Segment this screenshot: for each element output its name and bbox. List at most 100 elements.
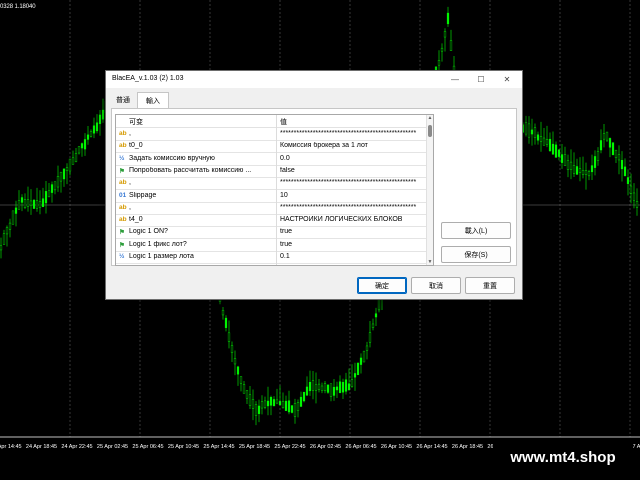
time-tick-label: 25 Apr 02:45 <box>96 444 129 450</box>
candle-body <box>0 245 3 251</box>
candle-body <box>266 400 270 407</box>
parameter-value[interactable]: Комиссия брокера за 1 лот <box>280 142 426 149</box>
parameter-name: , <box>129 203 131 211</box>
minimize-icon[interactable]: — <box>444 72 466 87</box>
candle-body <box>284 400 288 411</box>
load-button[interactable]: 載入(L) <box>441 222 511 239</box>
parameter-type-icon: ab <box>119 130 127 137</box>
candle-body <box>305 386 309 396</box>
candle-body <box>278 401 282 406</box>
table-row[interactable]: ⚑ Logic 1 фикс лот? true <box>116 239 426 252</box>
scroll-thumb[interactable] <box>428 125 432 137</box>
candle-body <box>437 60 441 66</box>
table-row[interactable]: ⚑ Попробовать рассчитать комиссию ... fals… <box>116 165 426 178</box>
parameter-name: t4_0 <box>129 216 143 224</box>
inputs-grid[interactable]: 可变 值 ab, ********************************… <box>115 114 434 266</box>
parameter-value[interactable]: 0.1 <box>280 253 426 260</box>
tab-general[interactable]: 普通 <box>111 93 135 107</box>
candle-body <box>602 133 606 140</box>
parameter-value[interactable]: ****************************************… <box>280 130 426 137</box>
parameter-value[interactable]: true <box>280 241 426 248</box>
candle-body <box>569 161 573 170</box>
candle-body <box>47 190 51 198</box>
parameter-value[interactable]: ****************************************… <box>280 179 426 186</box>
candle-body <box>344 379 348 392</box>
candle-body <box>65 167 69 171</box>
table-row[interactable]: 01 Slippage 10 <box>116 190 426 203</box>
grid-scrollbar[interactable]: ▲ ▼ <box>426 115 433 265</box>
time-tick-label: 24 Apr 18:45 <box>25 444 58 450</box>
candle-body <box>227 332 231 342</box>
column-separator <box>276 115 277 265</box>
candle-body <box>446 12 450 25</box>
parameter-value[interactable]: 10 <box>280 192 426 199</box>
time-tick-label: 26 Apr 02:45 <box>309 444 342 450</box>
candle-body <box>56 176 60 188</box>
close-icon[interactable]: ✕ <box>496 72 518 87</box>
table-row[interactable]: ½ Logic 1 размер лота 0.1 <box>116 251 426 264</box>
candle-body <box>98 114 102 124</box>
parameter-value[interactable]: ****************************************… <box>280 204 426 211</box>
candle-body <box>35 200 39 209</box>
time-tick-label: 26 Apr 18:45 <box>451 444 484 450</box>
candle-body <box>563 154 567 166</box>
candle-body <box>548 138 552 152</box>
table-row[interactable]: ab, *************************************… <box>116 202 426 215</box>
grid-header: 可变 值 <box>116 115 426 128</box>
candle-body <box>11 210 15 225</box>
time-tick-label: 26 Apr 06:45 <box>345 444 377 450</box>
tab-inputs[interactable]: 輸入 <box>137 92 169 108</box>
reset-button[interactable]: 重置 <box>465 277 515 294</box>
candle-body <box>44 191 48 204</box>
table-row[interactable]: ⚑ Logic 1 ON? true <box>116 226 426 240</box>
parameter-value[interactable]: true <box>280 228 426 235</box>
candle-body <box>539 135 543 142</box>
candle-body <box>293 402 297 417</box>
candle-body <box>320 385 324 391</box>
candle-body <box>623 166 627 177</box>
save-button[interactable]: 保存(S) <box>441 246 511 263</box>
candle-body <box>275 399 279 404</box>
candle-body <box>221 310 225 316</box>
parameter-name: Попробовать рассчитать комиссию ... <box>129 166 252 174</box>
parameter-type-icon: ab <box>119 216 127 224</box>
candle-body <box>347 383 351 391</box>
candle-body <box>68 158 72 172</box>
column-header-variable[interactable]: 可变 <box>129 117 143 127</box>
table-row[interactable]: ab, *************************************… <box>116 177 426 191</box>
candle-body <box>101 109 105 120</box>
title-bar[interactable]: BlacEA_v.1.03 (2) 1.03 — ☐ ✕ <box>106 71 522 88</box>
maximize-icon[interactable]: ☐ <box>470 72 492 87</box>
candle-body <box>314 384 318 391</box>
candle-body <box>86 134 90 140</box>
time-tick-label: 25 Apr 10:45 <box>167 444 200 450</box>
scroll-up-icon[interactable]: ▲ <box>427 115 433 121</box>
table-row[interactable]: ab, *************************************… <box>116 128 426 141</box>
table-row[interactable]: ½ Задать комиссию вручную 0.0 <box>116 153 426 166</box>
parameter-value[interactable]: false <box>280 167 426 174</box>
candle-body <box>71 157 75 165</box>
candle-body <box>530 129 534 135</box>
cancel-button[interactable]: 取消 <box>411 277 461 294</box>
candle-body <box>551 143 555 155</box>
candle-body <box>38 201 42 208</box>
candle-body <box>368 332 372 343</box>
parameter-name: Logic 1 ON? <box>129 228 168 236</box>
column-header-value[interactable]: 值 <box>280 117 287 127</box>
candle-body <box>365 345 369 351</box>
parameter-name: Slippage <box>129 191 157 199</box>
candle-body <box>281 401 285 409</box>
candle-body <box>287 400 291 413</box>
parameter-value[interactable]: НАСТРОЙКИ ЛОГИЧЕСКИХ БЛОКОВ <box>280 216 426 223</box>
time-tick-label: 24 Apr 14:45 <box>0 444 22 450</box>
parameter-value[interactable]: 0.0 <box>280 155 426 162</box>
candle-body <box>578 168 582 173</box>
scroll-down-icon[interactable]: ▼ <box>427 259 433 265</box>
candle-body <box>257 405 261 414</box>
candle-body <box>248 394 252 406</box>
candle-body <box>230 345 234 353</box>
candle-body <box>302 391 306 402</box>
ok-button[interactable]: 确定 <box>357 277 407 294</box>
table-row[interactable]: ab t0_0 Комиссия брокера за 1 лот <box>116 140 426 154</box>
table-row[interactable]: ab t4_0 НАСТРОЙКИ ЛОГИЧЕСКИХ БЛОКОВ <box>116 214 426 228</box>
